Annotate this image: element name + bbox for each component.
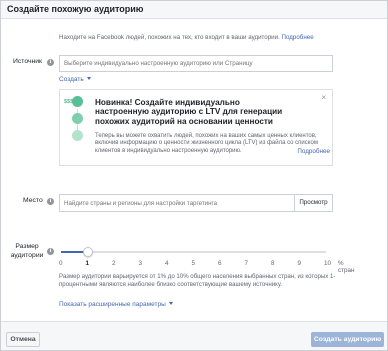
slider-unit-label: % стран — [338, 260, 355, 274]
intro-text: Находите на Facebook людей, похожих на т… — [59, 34, 314, 41]
ltv-illustration: $$$ — [64, 96, 90, 154]
person-icon — [72, 130, 83, 141]
browse-button[interactable]: Просмотр — [294, 194, 333, 212]
location-label: Место — [23, 197, 43, 204]
create-lookalike-dialog: Создайте похожую аудиторию Находите на F… — [0, 0, 388, 351]
create-source-dropdown[interactable]: Создать — [59, 76, 91, 83]
promo-learn-more-link[interactable]: Подробнее — [295, 148, 330, 156]
advanced-options-label: Показать расширенные параметры — [59, 301, 166, 308]
slider-tick-label: 7 — [244, 260, 249, 267]
slider-tick-label: 0 — [59, 260, 63, 267]
slider-tick-label: 4 — [165, 260, 169, 267]
ltv-promo-card: $$$ × Новинка! Создайте индивидуально на… — [59, 89, 333, 166]
audience-size-description: Размер аудитории варьируется от 1% до 10… — [59, 273, 336, 288]
slider-ticks: 0 1 2 3 4 5 6 7 8 9 10 % стран — [59, 260, 355, 274]
slider-tick-label: 1 — [85, 260, 90, 267]
promo-headline: Новинка! Создайте индивидуально настроен… — [95, 98, 283, 126]
chevron-down-icon — [86, 77, 91, 80]
source-info-icon[interactable]: i — [47, 59, 54, 66]
slider-tick-label: 3 — [138, 260, 143, 267]
person-icon — [72, 96, 83, 107]
location-info-icon[interactable]: i — [47, 198, 54, 205]
person-icon — [72, 113, 83, 124]
intro-learn-more-link[interactable]: Подробнее — [282, 34, 314, 41]
source-label: Источник — [13, 58, 43, 65]
slider-tick-label: 9 — [297, 260, 302, 267]
slider-tick-label: 2 — [112, 260, 116, 267]
create-audience-button[interactable]: Создать аудиторию — [311, 332, 384, 347]
chevron-down-icon — [168, 302, 173, 305]
slider-tick-label: 6 — [218, 260, 222, 267]
show-advanced-options-link[interactable]: Показать расширенные параметры — [59, 301, 173, 308]
intro-description: Находите на Facebook людей, похожих на т… — [59, 34, 280, 41]
source-input[interactable] — [59, 55, 333, 72]
slider-tick-label: 8 — [271, 260, 275, 267]
close-icon[interactable]: × — [321, 93, 326, 102]
audience-size-label: Размер аудитории — [10, 243, 44, 259]
slider-tick-label: 10 — [324, 260, 332, 267]
dialog-title: Создайте похожую аудиторию — [7, 4, 144, 14]
audience-size-info-icon[interactable]: i — [47, 248, 54, 255]
slider-handle[interactable] — [82, 247, 93, 257]
dialog-header: Создайте похожую аудиторию — [1, 1, 387, 19]
cancel-button[interactable]: Отмена — [6, 332, 40, 347]
location-search-input[interactable] — [59, 194, 295, 212]
audience-size-slider[interactable] — [61, 247, 326, 257]
create-source-label: Создать — [59, 76, 84, 83]
slider-tick-label: 5 — [191, 260, 196, 267]
